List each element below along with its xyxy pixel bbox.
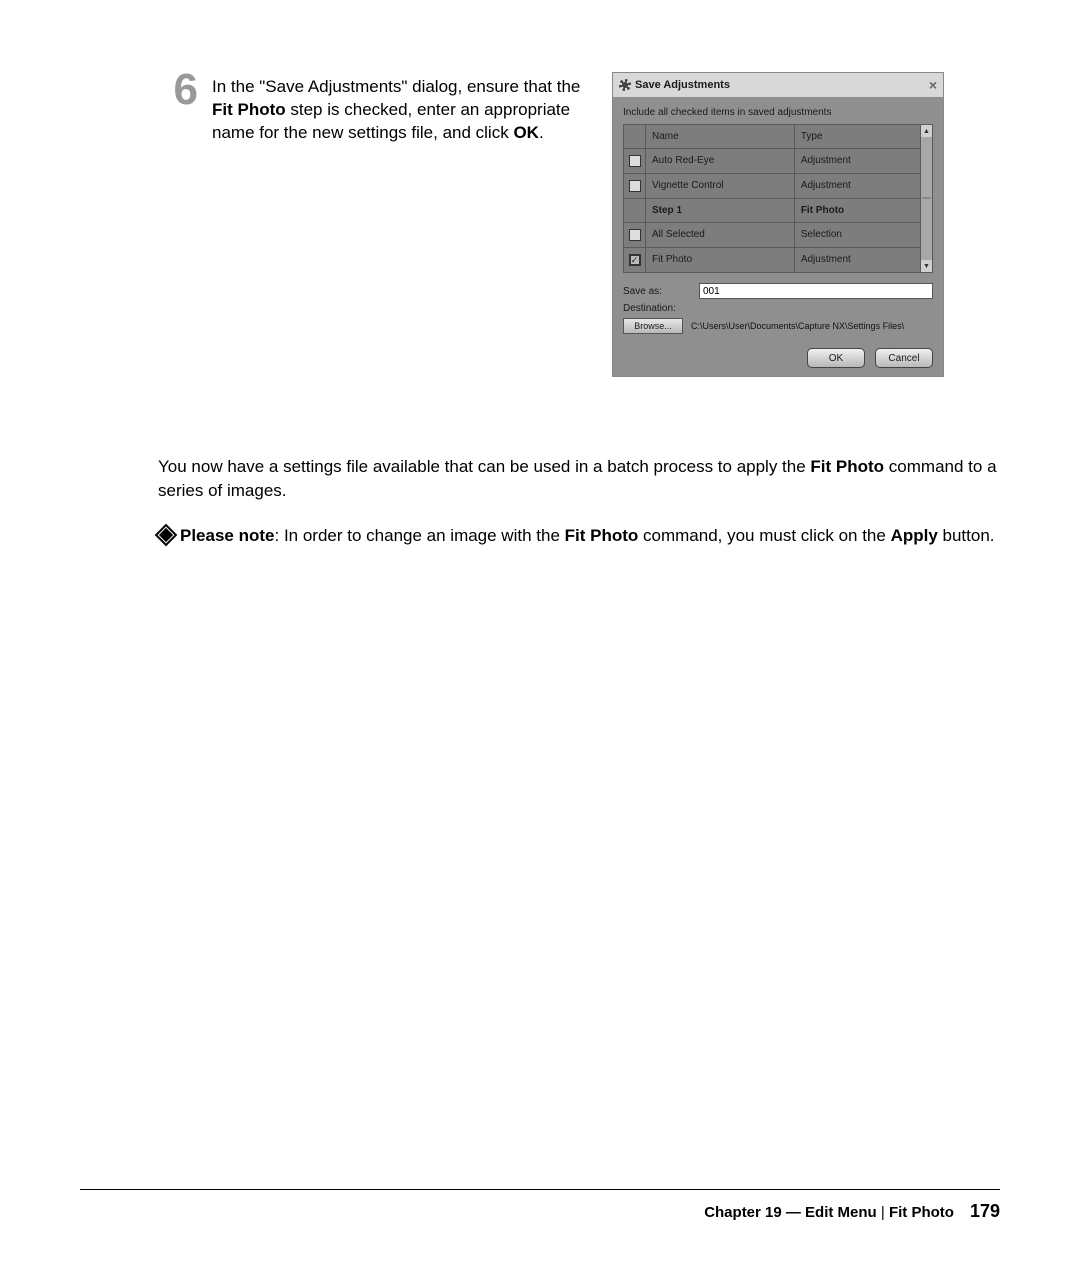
t: Apply xyxy=(891,526,938,545)
row-name: Auto Red-Eye xyxy=(646,149,795,173)
table-row[interactable]: ✓ Fit Photo Adjustment xyxy=(624,248,920,272)
t: : In order to change an image with the xyxy=(275,526,565,545)
scroll-down-icon[interactable]: ▼ xyxy=(921,260,932,272)
scrollbar[interactable]: ▲ ▼ xyxy=(920,125,932,272)
row-name: Vignette Control xyxy=(646,174,795,198)
checkbox[interactable] xyxy=(629,180,641,192)
t: OK xyxy=(513,123,539,142)
table-row[interactable]: All Selected Selection xyxy=(624,223,920,248)
destination-browse-row: Browse... C:\Users\User\Documents\Captur… xyxy=(623,318,933,334)
header-type: Type xyxy=(795,125,920,148)
footer-chapter: Chapter 19 — Edit Menu | Fit Photo xyxy=(704,1204,954,1221)
step-text: In the "Save Adjustments" dialog, ensure… xyxy=(212,72,592,145)
header-chk xyxy=(624,125,646,148)
checkbox[interactable] xyxy=(629,155,641,167)
t: You now have a settings file available t… xyxy=(158,457,810,476)
save-as-input[interactable] xyxy=(699,283,933,299)
table-row[interactable]: Auto Red-Eye Adjustment xyxy=(624,149,920,174)
footer-divider: | xyxy=(881,1204,889,1221)
table-row[interactable]: Step 1 Fit Photo xyxy=(624,199,920,223)
body-paragraph: You now have a settings file available t… xyxy=(158,455,1000,503)
browse-button[interactable]: Browse... xyxy=(623,318,683,334)
table-row[interactable]: Vignette Control Adjustment xyxy=(624,174,920,199)
note-text: Please note: In order to change an image… xyxy=(180,524,995,548)
destination-label: Destination: xyxy=(623,303,691,314)
dialog-buttons: OK Cancel xyxy=(623,348,933,368)
destination-row: Destination: xyxy=(623,303,933,314)
document-page: 6 In the "Save Adjustments" dialog, ensu… xyxy=(0,0,1080,1270)
row-type: Fit Photo xyxy=(795,199,920,222)
page-number: 179 xyxy=(970,1201,1000,1222)
adjustments-table: Name Type Auto Red-Eye Adjustment Vignet… xyxy=(623,124,933,273)
t: Chapter 19 — Edit Menu xyxy=(704,1204,877,1221)
dialog-titlebar: Save Adjustments × xyxy=(613,73,943,97)
row-type: Selection xyxy=(795,223,920,247)
t: command, you must click on the xyxy=(638,526,890,545)
row-type: Adjustment xyxy=(795,149,920,173)
note-icon xyxy=(155,524,178,547)
row-name: Step 1 xyxy=(646,199,795,222)
scroll-thumb[interactable] xyxy=(922,197,931,199)
t: button. xyxy=(938,526,995,545)
t: Fit Photo xyxy=(889,1204,954,1221)
t: . xyxy=(539,123,544,142)
cancel-button[interactable]: Cancel xyxy=(875,348,933,368)
row-name: Fit Photo xyxy=(646,248,795,272)
dialog-title-text: Save Adjustments xyxy=(635,79,730,91)
save-as-label: Save as: xyxy=(623,286,691,297)
dialog-body: Include all checked items in saved adjus… xyxy=(613,97,943,376)
row-type: Adjustment xyxy=(795,174,920,198)
save-as-row: Save as: xyxy=(623,283,933,299)
note-block: Please note: In order to change an image… xyxy=(158,524,1000,548)
page-footer: Chapter 19 — Edit Menu | Fit Photo 179 xyxy=(704,1201,1000,1222)
t: Please note xyxy=(180,526,275,545)
gear-icon xyxy=(619,79,631,91)
dialog-instruction: Include all checked items in saved adjus… xyxy=(623,107,933,118)
close-icon[interactable]: × xyxy=(929,77,937,93)
t: Fit Photo xyxy=(810,457,884,476)
step-number: 6 xyxy=(158,68,198,112)
row-type: Adjustment xyxy=(795,248,920,272)
header-name: Name xyxy=(646,125,795,148)
save-adjustments-dialog: Save Adjustments × Include all checked i… xyxy=(612,72,944,377)
t: Fit Photo xyxy=(565,526,639,545)
table-header: Name Type xyxy=(624,125,920,149)
row-name: All Selected xyxy=(646,223,795,247)
destination-path: C:\Users\User\Documents\Capture NX\Setti… xyxy=(691,321,904,331)
t: Fit Photo xyxy=(212,100,286,119)
ok-button[interactable]: OK xyxy=(807,348,865,368)
scroll-up-icon[interactable]: ▲ xyxy=(921,125,932,137)
t: In the "Save Adjustments" dialog, ensure… xyxy=(212,77,580,96)
checkbox[interactable]: ✓ xyxy=(629,254,641,266)
footer-rule xyxy=(80,1189,1000,1190)
checkbox[interactable] xyxy=(629,229,641,241)
